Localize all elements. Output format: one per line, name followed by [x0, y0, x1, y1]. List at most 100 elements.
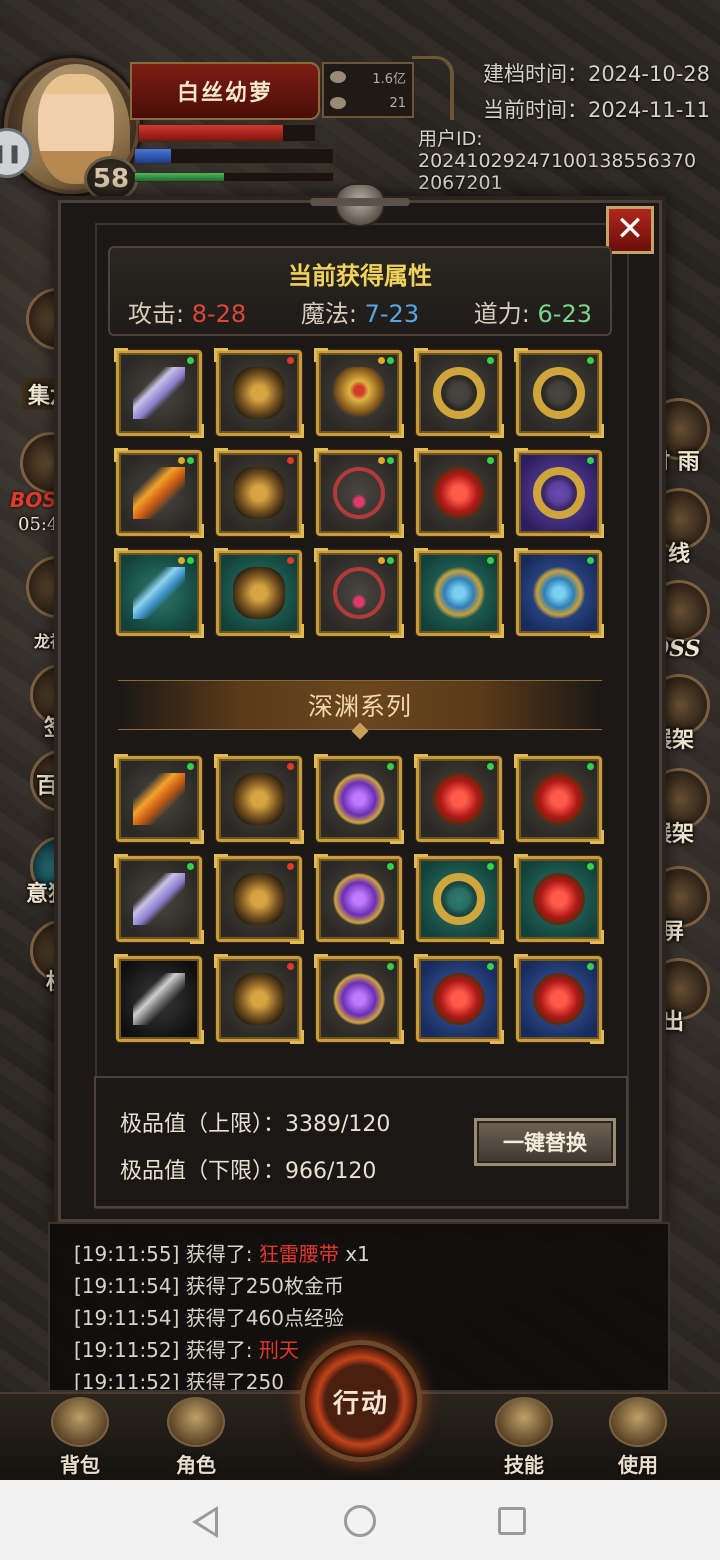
- magic-label: 魔法:: [300, 300, 357, 328]
- wolf-crest-icon: [300, 180, 420, 230]
- uid-label: 用户ID:: [418, 128, 483, 150]
- close-icon: ✕: [615, 209, 645, 249]
- chat-text: 获得了250枚金币: [179, 1274, 344, 1298]
- equip-slot-ring-6[interactable]: [514, 548, 604, 638]
- uid-value-2: 2067201: [418, 172, 503, 194]
- ring-icon: [533, 367, 585, 419]
- ruby-ring-icon: [533, 973, 585, 1025]
- hp-bar-fill: [139, 125, 284, 141]
- hud-ornament: [412, 56, 454, 120]
- attack-label: 攻击:: [128, 300, 185, 328]
- back-icon-inner: [198, 1511, 215, 1533]
- nav-bag-label: 背包: [60, 1453, 100, 1477]
- user-id: 用户ID: 20241029247100138556370 2067201: [418, 128, 714, 194]
- nav-skill-button[interactable]: 技能: [474, 1394, 574, 1478]
- series-slot-necklace-3[interactable]: [314, 954, 404, 1044]
- player-name: 白丝幼萝: [130, 62, 320, 120]
- role-icon: [167, 1397, 225, 1447]
- gold-row: 1.6亿: [324, 64, 412, 90]
- series-slot-ring-teal[interactable]: [414, 854, 504, 944]
- series-slot-ring-blue-2[interactable]: [514, 954, 604, 1044]
- belt-icon: [233, 773, 285, 825]
- series-slot-belt-3[interactable]: [214, 954, 304, 1044]
- necklace-icon: [333, 567, 385, 619]
- ruby-ring-icon: [433, 467, 485, 519]
- nav-use-label: 使用: [618, 1453, 658, 1477]
- tao-value: 6-23: [537, 300, 592, 328]
- series-slot-ring-red-2[interactable]: [514, 754, 604, 844]
- series-slot-belt-2[interactable]: [214, 854, 304, 944]
- current-equipment-grid: [114, 348, 604, 638]
- equip-slot-belt[interactable]: [214, 348, 304, 438]
- equip-slot-ring-4[interactable]: [514, 448, 604, 538]
- series-slot-necklace-2[interactable]: [314, 854, 404, 944]
- ingot-icon: [330, 97, 346, 109]
- quality-upper-value: 3389/120: [285, 1112, 391, 1137]
- gold-coin-icon: [330, 71, 346, 83]
- ice-blade-icon: [133, 567, 185, 619]
- series-slot-belt[interactable]: [214, 754, 304, 844]
- quality-lower: 极品值（下限）：966/120: [120, 1153, 376, 1185]
- tao-stat: 道力: 6-23: [474, 294, 592, 329]
- ruby-ring-icon: [433, 973, 485, 1025]
- ruby-ring-icon: [533, 873, 585, 925]
- ingot-value: 21: [389, 95, 406, 111]
- current-time: 当前时间：2024-11-11: [483, 94, 710, 124]
- series-slot-ring-red[interactable]: [414, 754, 504, 844]
- attribute-title: 当前获得属性: [288, 262, 432, 290]
- fire-blade-icon: [133, 773, 185, 825]
- series-slot-sword[interactable]: [114, 854, 204, 944]
- attack-value: 8-28: [191, 300, 247, 328]
- equip-slot-belt-2[interactable]: [214, 448, 304, 538]
- equip-slot-ring-5[interactable]: [414, 548, 504, 638]
- action-button[interactable]: 行动: [300, 1340, 422, 1462]
- recent-apps-icon[interactable]: [498, 1507, 526, 1535]
- belt-icon: [233, 367, 285, 419]
- equip-slot-necklace-2[interactable]: [314, 548, 404, 638]
- equip-slot-ring-3[interactable]: [414, 448, 504, 538]
- series-slot-blade[interactable]: [114, 754, 204, 844]
- ruby-ring-icon: [533, 773, 585, 825]
- equip-slot-blade[interactable]: [114, 448, 204, 538]
- helmet-icon: [333, 367, 385, 419]
- attribute-row: 攻击: 8-28 魔法: 7-23 道力: 6-23: [128, 294, 592, 329]
- series-slot-ring-blue[interactable]: [414, 954, 504, 1044]
- chat-line: [19:11:55] 获得了: 狂雷腰带 x1: [74, 1238, 668, 1270]
- nav-bag-button[interactable]: 背包: [30, 1394, 130, 1478]
- created-label: 建档时间：: [482, 62, 588, 86]
- equip-slot-helmet[interactable]: [314, 348, 404, 438]
- exp-bar-fill: [135, 173, 225, 181]
- ring-icon: [533, 467, 585, 519]
- equip-slot-weapon[interactable]: [114, 348, 204, 438]
- close-button[interactable]: ✕: [606, 206, 654, 254]
- chat-item: 刑天: [258, 1338, 299, 1362]
- one-click-replace-button[interactable]: 一键替换: [474, 1118, 616, 1166]
- nav-role-button[interactable]: 角色: [146, 1394, 246, 1478]
- skill-icon: [495, 1397, 553, 1447]
- series-slot-ring-teal-2[interactable]: [514, 854, 604, 944]
- quality-lower-label: 极品值（下限）：: [120, 1159, 286, 1184]
- sapphire-ring-icon: [533, 567, 585, 619]
- equip-slot-ring-2[interactable]: [514, 348, 604, 438]
- currency-box: 1.6亿 21: [322, 62, 414, 118]
- ring-icon: [433, 873, 485, 925]
- nav-use-button[interactable]: 使用: [588, 1394, 688, 1478]
- ruby-ring-icon: [433, 773, 485, 825]
- use-icon: [609, 1397, 667, 1447]
- mp-bar-track: [134, 148, 334, 164]
- series-slot-dark-blade[interactable]: [114, 954, 204, 1044]
- series-slot-necklace[interactable]: [314, 754, 404, 844]
- mp-bar-fill: [135, 149, 171, 163]
- crest-wings: [310, 198, 410, 206]
- equip-slot-necklace[interactable]: [314, 448, 404, 538]
- level-badge: 58: [84, 156, 138, 202]
- equip-slot-belt-3[interactable]: [214, 548, 304, 638]
- equip-slot-ice-blade[interactable]: [114, 548, 204, 638]
- chat-text: 获得了250: [179, 1370, 284, 1392]
- quality-upper: 极品值（上限）：3389/120: [120, 1106, 390, 1138]
- equip-slot-ring-1[interactable]: [414, 348, 504, 438]
- home-icon[interactable]: [344, 1505, 376, 1537]
- chat-item: 狂雷腰带: [258, 1242, 339, 1266]
- uid-value: 20241029247100138556370: [418, 150, 697, 172]
- amethyst-necklace-icon: [333, 773, 385, 825]
